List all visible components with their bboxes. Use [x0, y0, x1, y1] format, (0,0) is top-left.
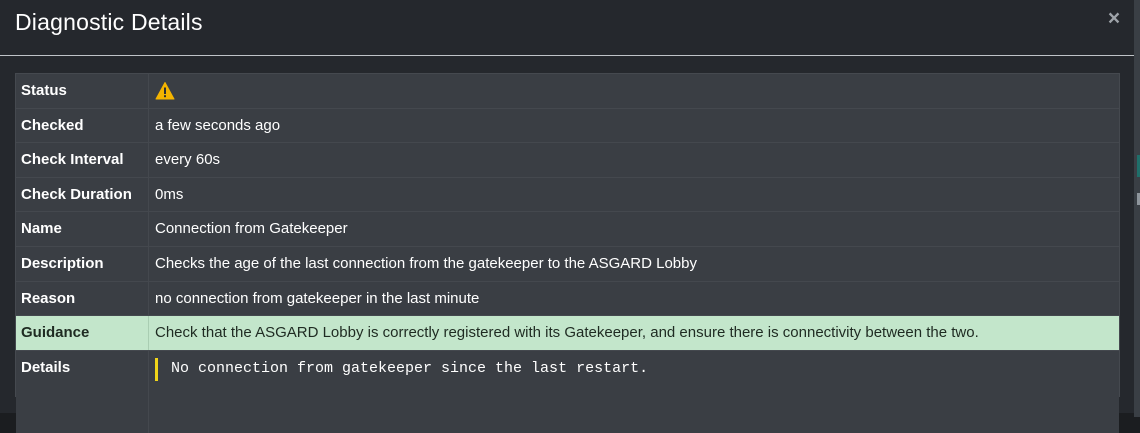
warning-icon — [155, 82, 175, 100]
diagnostic-details-dialog: Diagnostic Details × Status Checked a fe… — [0, 0, 1134, 433]
close-button[interactable]: × — [1103, 7, 1125, 31]
row-value-description: Checks the age of the last connection fr… — [155, 254, 697, 272]
row-label-check-interval: Check Interval — [16, 143, 149, 177]
details-table: Status Checked a few seconds ago Check I… — [15, 73, 1120, 433]
table-row-description: Description Checks the age of the last c… — [16, 246, 1119, 282]
row-value-guidance: Check that the ASGARD Lobby is correctly… — [155, 324, 979, 342]
table-row-status: Status — [16, 74, 1119, 109]
dialog-title: Diagnostic Details — [15, 9, 203, 35]
row-label-reason: Reason — [16, 281, 149, 316]
table-row-name: Name Connection from Gatekeeper — [16, 212, 1119, 247]
table-row-check-duration: Check Duration 0ms — [16, 177, 1119, 213]
row-label-description: Description — [16, 246, 149, 281]
table-row-reason: Reason no connection from gatekeeper in … — [16, 281, 1119, 317]
row-value-checked: a few seconds ago — [155, 116, 281, 134]
row-label-guidance: Guidance — [16, 316, 149, 350]
table-row-guidance: Guidance Check that the ASGARD Lobby is … — [16, 316, 1119, 351]
table-row-check-interval: Check Interval every 60s — [16, 143, 1119, 178]
row-label-details: Details — [16, 350, 149, 433]
row-value-check-interval: every 60s — [155, 151, 221, 169]
table-row-checked: Checked a few seconds ago — [16, 108, 1119, 144]
dialog-header: Diagnostic Details × — [0, 0, 1134, 56]
row-value-reason: no connection from gatekeeper in the las… — [155, 289, 480, 307]
row-label-status: Status — [16, 74, 149, 108]
table-row-details: Details No connection from gatekeeper si… — [16, 350, 1119, 433]
row-value-name: Connection from Gatekeeper — [155, 220, 348, 238]
row-label-checked: Checked — [16, 108, 149, 143]
row-label-name: Name — [16, 212, 149, 246]
details-code-block: No connection from gatekeeper since the … — [155, 357, 648, 381]
row-label-check-duration: Check Duration — [16, 177, 149, 212]
background-page-edge — [1134, 0, 1140, 417]
row-value-check-duration: 0ms — [155, 185, 184, 203]
